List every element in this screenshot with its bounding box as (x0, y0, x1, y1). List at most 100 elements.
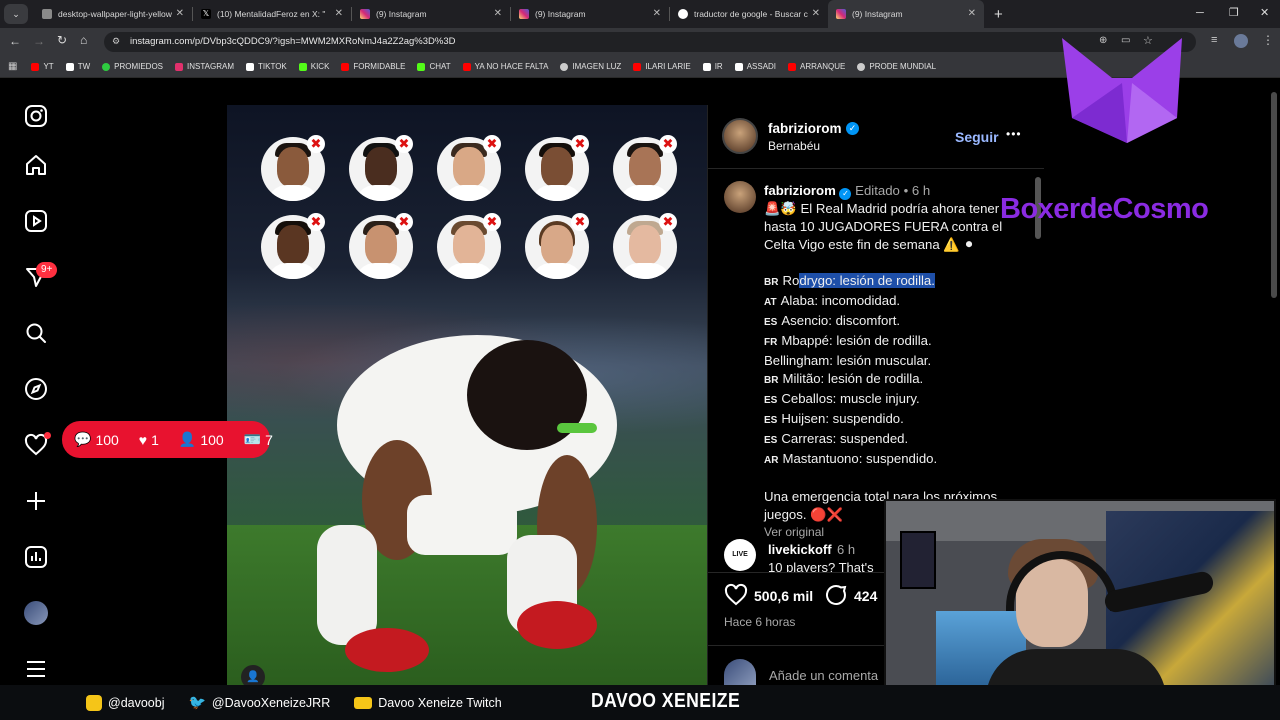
bookmark-item[interactable]: FORMIDABLE (341, 62, 405, 71)
bookmark-label: ILARI LARIE (645, 62, 691, 71)
close-window-icon[interactable]: ✕ (1260, 6, 1269, 19)
bookmark-item[interactable]: PRODE MUNDIAL (857, 62, 936, 71)
minimize-window-icon[interactable]: ─ (1196, 7, 1204, 19)
player-line: BR Militão: lesión de rodilla. (764, 370, 1010, 390)
bookmark-item[interactable]: YA NO HACE FALTA (462, 62, 548, 71)
back-arrow-icon[interactable]: ← (9, 34, 21, 48)
stream-footer: @davoobj 🐦 @DavooXeneizeJRR Davoo Xeneiz… (0, 685, 1280, 720)
browser-tab[interactable]: (9) Instagram ✕ (511, 0, 669, 28)
browser-tab-active[interactable]: (9) Instagram ✕ (828, 0, 984, 28)
close-tab-icon[interactable]: ✕ (812, 8, 820, 19)
page-scrollbar[interactable] (1271, 92, 1277, 298)
comment-avatar[interactable]: LIVE (724, 539, 756, 571)
tab-favicon-icon (42, 9, 52, 19)
country-code: ES (764, 415, 778, 426)
bookmark-label: ASSADI (746, 62, 777, 71)
instagram-logo-icon[interactable] (24, 104, 48, 128)
restore-window-icon[interactable]: ❐ (1229, 6, 1239, 19)
caption-avatar[interactable] (724, 181, 756, 213)
new-tab-button[interactable]: + (994, 6, 1003, 23)
player-line: ES Huijsen: suspendido. (764, 410, 1010, 430)
close-tab-icon[interactable]: ✕ (653, 8, 661, 19)
browser-menu-icon[interactable]: ⋮ (1262, 33, 1274, 47)
player-text: Alaba: incomodidad. (780, 293, 901, 308)
profile-avatar[interactable] (24, 601, 48, 625)
footer-instagram: @davoobj (86, 694, 164, 711)
country-code: ES (764, 435, 778, 446)
tab-title: traductor de google - Buscar c (694, 9, 808, 19)
browser-tab[interactable]: desktop-wallpaper-light-yellow ✕ (34, 0, 192, 28)
browser-tab[interactable]: traductor de google - Buscar c ✕ (670, 0, 828, 28)
close-tab-icon[interactable]: ✕ (176, 8, 184, 19)
player-text: Huijsen: suspendido. (781, 411, 904, 426)
globe-icon (857, 62, 866, 71)
bookmark-item[interactable]: ILARI LARIE (633, 62, 691, 71)
close-tab-icon[interactable]: ✕ (335, 8, 343, 19)
search-icon[interactable] (24, 321, 48, 345)
like-heart-icon[interactable] (724, 583, 748, 612)
caption-username[interactable]: fabriziorom (764, 183, 836, 198)
bookmark-item[interactable]: YT (31, 62, 54, 71)
bookmark-item[interactable]: CHAT (417, 62, 451, 71)
more-menu-icon[interactable] (24, 657, 48, 681)
follow-stat: 👤 100 (178, 431, 224, 448)
reels-icon[interactable] (24, 209, 48, 233)
dot-separator: • (903, 183, 909, 198)
home-icon[interactable]: ⌂ (80, 33, 87, 47)
home-icon[interactable] (24, 153, 48, 177)
author-username[interactable]: fabriziorom (768, 121, 842, 136)
bookmark-item[interactable]: PROMIEDOS (102, 62, 163, 71)
youtube-icon (462, 62, 471, 71)
post-location[interactable]: Bernabéu (768, 139, 820, 153)
bookmark-item[interactable]: ASSADI (734, 62, 777, 71)
create-plus-icon[interactable] (24, 489, 48, 513)
follow-button[interactable]: Seguir (955, 129, 999, 145)
bookmark-label: ARRANQUE (800, 62, 846, 71)
address-bar[interactable]: ⚙ instagram.com/p/DVbp3cQDDC9/?igsh=MWM2… (104, 32, 1196, 52)
reload-icon[interactable]: ↻ (57, 33, 67, 47)
site-info-icon[interactable]: ⚙ (112, 36, 120, 47)
instagram-icon (175, 62, 184, 71)
add-comment-input[interactable]: Añade un comentario... (769, 668, 879, 683)
forward-arrow-icon[interactable]: → (33, 34, 45, 48)
instagram-favicon-icon (519, 9, 529, 19)
caption-intro: 🚨🤯 El Real Madrid podría ahora tener has… (764, 201, 1003, 252)
heart-icon: ♥ (138, 431, 148, 448)
post-image[interactable]: ✖ ✖ ✖ ✖ ✖ ✖ ✖ ✖ ✖ ✖ 👤 (227, 105, 707, 685)
comment-bubble-icon[interactable] (824, 583, 848, 612)
stream-stats-pill: 💬 100 ♥ 1 👤 100 🪪 7 (62, 421, 273, 458)
player-text: Mastantuono: suspendido. (782, 451, 938, 466)
dashboard-chart-icon[interactable] (24, 545, 48, 569)
browser-tab[interactable]: (9) Instagram ✕ (352, 0, 510, 28)
likes-count[interactable]: 500,6 mil (754, 588, 813, 604)
bookmark-item[interactable]: TIKTOK (246, 62, 287, 71)
player-line: Bellingham: lesión muscular. (764, 352, 1010, 370)
comments-count[interactable]: 424 (854, 588, 877, 604)
chat-bubble-icon: 💬 (74, 431, 92, 447)
more-options-icon[interactable]: ••• (1006, 127, 1022, 141)
bookmark-item[interactable]: TW (65, 62, 90, 71)
extension-icon[interactable]: ≡ (1211, 34, 1217, 46)
bookmark-item[interactable]: IMAGEN LUZ (560, 62, 621, 71)
youtube-icon (788, 62, 797, 71)
bookmark-item[interactable]: INSTAGRAM (175, 62, 234, 71)
bookmark-item[interactable]: ARRANQUE (788, 62, 845, 71)
google-favicon-icon (678, 9, 688, 19)
bookmark-item[interactable]: IR (702, 62, 723, 71)
profile-avatar-icon[interactable] (1234, 34, 1248, 48)
tab-search-button[interactable]: ⌄ (4, 4, 28, 24)
browser-tab[interactable]: 𝕏 (10) MentalidadFeroz en X: " ✕ (193, 0, 351, 28)
player-line: FR Mbappé: lesión de rodilla. (764, 332, 1010, 352)
twitter-bird-icon: 🐦 (188, 694, 206, 710)
author-avatar[interactable] (722, 118, 758, 154)
caption-time: 6 h (911, 183, 931, 198)
tag-people-icon[interactable]: 👤 (241, 665, 265, 685)
player-line: ES Asencio: discomfort. (764, 312, 1010, 332)
close-tab-icon[interactable]: ✕ (494, 8, 502, 19)
close-tab-icon[interactable]: ✕ (968, 8, 976, 19)
explore-compass-icon[interactable] (24, 377, 48, 401)
apps-grid-icon[interactable]: ▦ (8, 61, 17, 72)
comment-username[interactable]: livekickoff (768, 542, 832, 557)
bookmark-item[interactable]: KICK (298, 62, 329, 71)
footer-twitch: Davoo Xeneize Twitch (354, 696, 502, 710)
